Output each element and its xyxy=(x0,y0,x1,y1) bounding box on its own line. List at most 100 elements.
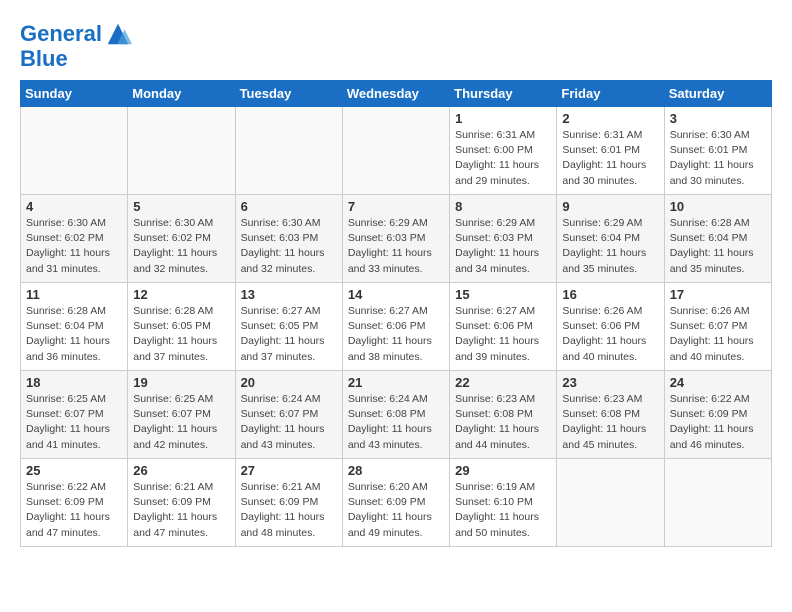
day-info: Sunrise: 6:23 AM Sunset: 6:08 PM Dayligh… xyxy=(562,392,658,453)
day-info: Sunrise: 6:22 AM Sunset: 6:09 PM Dayligh… xyxy=(26,480,122,541)
day-of-week-header: Tuesday xyxy=(235,81,342,107)
day-number: 5 xyxy=(133,199,229,214)
calendar-cell: 14 Sunrise: 6:27 AM Sunset: 6:06 PM Dayli… xyxy=(342,283,449,371)
day-of-week-header: Friday xyxy=(557,81,664,107)
day-number: 15 xyxy=(455,287,551,302)
calendar-cell: 5 Sunrise: 6:30 AM Sunset: 6:02 PM Daylig… xyxy=(128,195,235,283)
day-info: Sunrise: 6:24 AM Sunset: 6:07 PM Dayligh… xyxy=(241,392,337,453)
calendar-cell xyxy=(557,459,664,547)
calendar-header-row: SundayMondayTuesdayWednesdayThursdayFrid… xyxy=(21,81,772,107)
day-number: 4 xyxy=(26,199,122,214)
calendar-cell: 10Sunrise: 6:28 AM Sunset: 6:04 PM Dayli… xyxy=(664,195,771,283)
day-info: Sunrise: 6:21 AM Sunset: 6:09 PM Dayligh… xyxy=(241,480,337,541)
day-info: Sunrise: 6:31 AM Sunset: 6:01 PM Dayligh… xyxy=(562,128,658,189)
day-number: 3 xyxy=(670,111,766,126)
day-number: 24 xyxy=(670,375,766,390)
day-info: Sunrise: 6:25 AM Sunset: 6:07 PM Dayligh… xyxy=(26,392,122,453)
calendar-cell: 18 Sunrise: 6:25 AM Sunset: 6:07 PM Dayli… xyxy=(21,371,128,459)
calendar-cell: 6Sunrise: 6:30 AM Sunset: 6:03 PM Daylig… xyxy=(235,195,342,283)
day-info: Sunrise: 6:30 AM Sunset: 6:01 PM Dayligh… xyxy=(670,128,766,189)
day-number: 2 xyxy=(562,111,658,126)
day-info: Sunrise: 6:27 AM Sunset: 6:06 PM Dayligh… xyxy=(348,304,444,365)
day-info: Sunrise: 6:28 AM Sunset: 6:05 PM Dayligh… xyxy=(133,304,229,365)
calendar-cell: 2 Sunrise: 6:31 AM Sunset: 6:01 PM Daylig… xyxy=(557,107,664,195)
calendar-cell: 8 Sunrise: 6:29 AM Sunset: 6:03 PM Daylig… xyxy=(450,195,557,283)
calendar-cell: 4 Sunrise: 6:30 AM Sunset: 6:02 PM Daylig… xyxy=(21,195,128,283)
calendar-cell: 12 Sunrise: 6:28 AM Sunset: 6:05 PM Dayli… xyxy=(128,283,235,371)
calendar-cell: 11 Sunrise: 6:28 AM Sunset: 6:04 PM Dayli… xyxy=(21,283,128,371)
day-number: 12 xyxy=(133,287,229,302)
logo-text: General xyxy=(20,23,102,45)
calendar-week-row: 1Sunrise: 6:31 AM Sunset: 6:00 PM Daylig… xyxy=(21,107,772,195)
day-info: Sunrise: 6:29 AM Sunset: 6:03 PM Dayligh… xyxy=(455,216,551,277)
day-number: 7 xyxy=(348,199,444,214)
day-info: Sunrise: 6:24 AM Sunset: 6:08 PM Dayligh… xyxy=(348,392,444,453)
calendar-week-row: 18 Sunrise: 6:25 AM Sunset: 6:07 PM Dayli… xyxy=(21,371,772,459)
day-info: Sunrise: 6:30 AM Sunset: 6:03 PM Dayligh… xyxy=(241,216,337,277)
day-info: Sunrise: 6:27 AM Sunset: 6:05 PM Dayligh… xyxy=(241,304,337,365)
logo-icon xyxy=(104,20,132,48)
calendar-cell: 19 Sunrise: 6:25 AM Sunset: 6:07 PM Dayli… xyxy=(128,371,235,459)
day-number: 29 xyxy=(455,463,551,478)
day-info: Sunrise: 6:22 AM Sunset: 6:09 PM Dayligh… xyxy=(670,392,766,453)
calendar-cell: 20 Sunrise: 6:24 AM Sunset: 6:07 PM Dayli… xyxy=(235,371,342,459)
day-info: Sunrise: 6:23 AM Sunset: 6:08 PM Dayligh… xyxy=(455,392,551,453)
calendar-cell: 21 Sunrise: 6:24 AM Sunset: 6:08 PM Dayli… xyxy=(342,371,449,459)
day-number: 11 xyxy=(26,287,122,302)
day-of-week-header: Sunday xyxy=(21,81,128,107)
calendar-cell: 17Sunrise: 6:26 AM Sunset: 6:07 PM Dayli… xyxy=(664,283,771,371)
day-of-week-header: Wednesday xyxy=(342,81,449,107)
day-info: Sunrise: 6:21 AM Sunset: 6:09 PM Dayligh… xyxy=(133,480,229,541)
day-number: 13 xyxy=(241,287,337,302)
day-number: 8 xyxy=(455,199,551,214)
day-number: 25 xyxy=(26,463,122,478)
calendar-table: SundayMondayTuesdayWednesdayThursdayFrid… xyxy=(20,80,772,547)
day-number: 28 xyxy=(348,463,444,478)
day-of-week-header: Thursday xyxy=(450,81,557,107)
calendar-cell xyxy=(128,107,235,195)
calendar-cell: 9 Sunrise: 6:29 AM Sunset: 6:04 PM Daylig… xyxy=(557,195,664,283)
calendar-cell: 1Sunrise: 6:31 AM Sunset: 6:00 PM Daylig… xyxy=(450,107,557,195)
day-number: 27 xyxy=(241,463,337,478)
logo-text-blue: Blue xyxy=(20,48,132,70)
day-info: Sunrise: 6:25 AM Sunset: 6:07 PM Dayligh… xyxy=(133,392,229,453)
day-info: Sunrise: 6:30 AM Sunset: 6:02 PM Dayligh… xyxy=(26,216,122,277)
header: General Blue xyxy=(20,16,772,70)
day-of-week-header: Saturday xyxy=(664,81,771,107)
day-number: 26 xyxy=(133,463,229,478)
day-info: Sunrise: 6:30 AM Sunset: 6:02 PM Dayligh… xyxy=(133,216,229,277)
calendar-week-row: 11 Sunrise: 6:28 AM Sunset: 6:04 PM Dayli… xyxy=(21,283,772,371)
calendar-cell: 22 Sunrise: 6:23 AM Sunset: 6:08 PM Dayli… xyxy=(450,371,557,459)
calendar-cell: 16 Sunrise: 6:26 AM Sunset: 6:06 PM Dayli… xyxy=(557,283,664,371)
calendar-cell: 27 Sunrise: 6:21 AM Sunset: 6:09 PM Dayli… xyxy=(235,459,342,547)
calendar-cell: 26 Sunrise: 6:21 AM Sunset: 6:09 PM Dayli… xyxy=(128,459,235,547)
day-info: Sunrise: 6:31 AM Sunset: 6:00 PM Dayligh… xyxy=(455,128,551,189)
calendar-cell: 7Sunrise: 6:29 AM Sunset: 6:03 PM Daylig… xyxy=(342,195,449,283)
day-info: Sunrise: 6:28 AM Sunset: 6:04 PM Dayligh… xyxy=(26,304,122,365)
calendar-cell: 25 Sunrise: 6:22 AM Sunset: 6:09 PM Dayli… xyxy=(21,459,128,547)
day-number: 19 xyxy=(133,375,229,390)
day-number: 18 xyxy=(26,375,122,390)
day-number: 20 xyxy=(241,375,337,390)
calendar-cell xyxy=(342,107,449,195)
day-number: 22 xyxy=(455,375,551,390)
day-number: 21 xyxy=(348,375,444,390)
calendar-cell: 3 Sunrise: 6:30 AM Sunset: 6:01 PM Daylig… xyxy=(664,107,771,195)
calendar-cell xyxy=(235,107,342,195)
calendar-cell: 15 Sunrise: 6:27 AM Sunset: 6:06 PM Dayli… xyxy=(450,283,557,371)
day-info: Sunrise: 6:20 AM Sunset: 6:09 PM Dayligh… xyxy=(348,480,444,541)
day-info: Sunrise: 6:19 AM Sunset: 6:10 PM Dayligh… xyxy=(455,480,551,541)
calendar-cell: 29 Sunrise: 6:19 AM Sunset: 6:10 PM Dayli… xyxy=(450,459,557,547)
day-info: Sunrise: 6:26 AM Sunset: 6:06 PM Dayligh… xyxy=(562,304,658,365)
day-number: 17 xyxy=(670,287,766,302)
day-info: Sunrise: 6:27 AM Sunset: 6:06 PM Dayligh… xyxy=(455,304,551,365)
day-number: 9 xyxy=(562,199,658,214)
day-of-week-header: Monday xyxy=(128,81,235,107)
calendar-week-row: 4 Sunrise: 6:30 AM Sunset: 6:02 PM Daylig… xyxy=(21,195,772,283)
day-info: Sunrise: 6:29 AM Sunset: 6:04 PM Dayligh… xyxy=(562,216,658,277)
day-number: 14 xyxy=(348,287,444,302)
day-number: 16 xyxy=(562,287,658,302)
calendar-cell: 13 Sunrise: 6:27 AM Sunset: 6:05 PM Dayli… xyxy=(235,283,342,371)
calendar-cell xyxy=(21,107,128,195)
calendar-cell: 24 Sunrise: 6:22 AM Sunset: 6:09 PM Dayli… xyxy=(664,371,771,459)
